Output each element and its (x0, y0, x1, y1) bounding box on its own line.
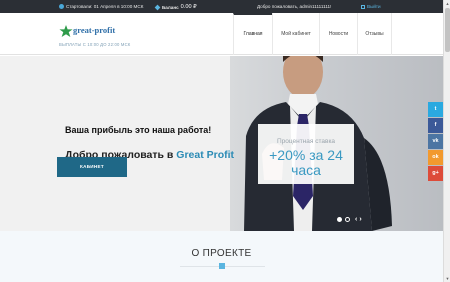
nav-home[interactable]: Главная (233, 13, 272, 55)
diamond-icon (154, 4, 161, 10)
rate-card: Процентная ставка +20% за 24 часа (258, 124, 354, 184)
hero-tagline: Ваша прибыль это наша работа! (65, 125, 212, 135)
logo-subtitle: ВЫПЛАТЫ С 10:00 ДО 22:00 МСК (59, 42, 131, 47)
scroll-thumb[interactable] (445, 8, 450, 52)
balance-value: 0.00 ₽ (180, 4, 197, 10)
scroll-up-icon[interactable]: ▲ (445, 1, 450, 6)
balance-label: Баланс (162, 4, 179, 10)
logo-text[interactable]: great-profit (73, 25, 115, 35)
odnoklassniki-icon[interactable]: ok (428, 150, 443, 165)
exit-link[interactable]: Выйти (361, 4, 381, 9)
about-section: О ПРОЕКТЕ (0, 231, 443, 282)
clock-icon (59, 4, 64, 9)
welcome-user-text: Добро пожаловать, admin11111111! (257, 4, 332, 9)
rate-label: Процентная ставка (276, 138, 336, 145)
start-info: Стартовали: 01 Апреля в 10:00 МСК (59, 4, 143, 9)
logout-icon (361, 4, 365, 9)
social-sidebar: t f vk ok g+ (428, 102, 443, 182)
vk-icon[interactable]: vk (428, 134, 443, 149)
main-nav: Главная Мой кабинет Новости Отзывы (233, 13, 392, 55)
nav-reviews[interactable]: Отзывы (357, 13, 392, 55)
google-plus-icon[interactable]: g+ (428, 166, 443, 181)
cabinet-button[interactable]: КАБИНЕТ (57, 157, 127, 177)
scroll-down-icon[interactable]: ▼ (445, 276, 450, 281)
twitter-icon[interactable]: t (428, 102, 443, 117)
nav-cabinet[interactable]: Мой кабинет (272, 13, 319, 55)
balance-info: Баланс 0.00 ₽ (154, 4, 197, 10)
page-scrollbar[interactable]: ▲ ▼ (443, 0, 450, 282)
businessman-image (244, 56, 392, 231)
title-accent-mark (219, 263, 225, 269)
welcome-user: Добро пожаловать, admin11111111! (257, 4, 331, 9)
rate-value: +20% за 24 часа (269, 147, 343, 178)
exit-label: Выйти (367, 4, 381, 9)
facebook-icon[interactable]: f (428, 118, 443, 133)
prev-arrow-icon[interactable]: ‹ (355, 216, 357, 223)
slider-dot-2[interactable] (345, 217, 350, 222)
start-text: Стартовали: 01 Апреля в 10:00 МСК (66, 4, 144, 9)
hero-welcome-brand: Great Profit (176, 149, 235, 161)
slider-controls: ‹ › (337, 216, 362, 223)
slider-dot-1[interactable] (337, 217, 342, 222)
nav-news[interactable]: Новости (319, 13, 357, 55)
top-bar: Стартовали: 01 Апреля в 10:00 МСК Баланс… (0, 0, 443, 13)
hero-slider: Добро пожаловать в Great Profit Ваша при… (0, 56, 443, 231)
about-title: О ПРОЕКТЕ (191, 248, 252, 259)
site-header: great-profit ВЫПЛАТЫ С 10:00 ДО 22:00 МС… (0, 13, 443, 55)
next-arrow-icon[interactable]: › (359, 216, 361, 223)
